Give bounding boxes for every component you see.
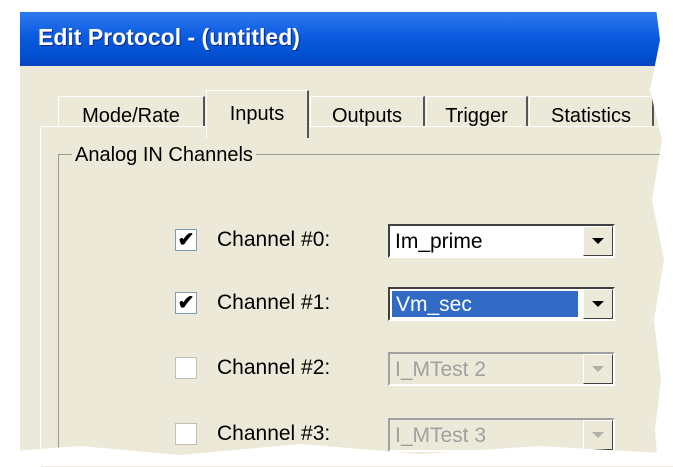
channel-1-label: Channel #1:: [217, 291, 331, 314]
channel-3-value: I_MTest 3: [395, 424, 487, 447]
channel-3-select[interactable]: I_MTest 3: [388, 418, 615, 452]
channel-1-value: Vm_sec: [392, 291, 578, 317]
channel-0-select[interactable]: Im_prime: [388, 224, 615, 258]
channel-2-select[interactable]: I_MTest 2: [388, 352, 615, 386]
group-label: Analog IN Channels: [72, 144, 256, 167]
chevron-down-icon: [592, 238, 604, 244]
title-bar[interactable]: Edit Protocol - (untitled): [20, 12, 673, 66]
channel-2-value: I_MTest 2: [395, 358, 487, 381]
tab-label: Mode/Rate: [82, 105, 180, 127]
tab-label: Outputs: [331, 105, 403, 127]
channel-1-checkbox[interactable]: ✔: [175, 292, 197, 314]
window-title: Edit Protocol - (untitled): [38, 24, 300, 50]
channel-0-checkbox[interactable]: ✔: [175, 229, 197, 251]
channel-1-select[interactable]: Vm_sec: [388, 287, 615, 321]
channel-row-1: ✔ Channel #1: Vm_sec: [175, 287, 615, 323]
channel-2-label: Channel #2:: [217, 356, 331, 379]
chevron-down-icon: [592, 301, 604, 307]
dropdown-button[interactable]: [583, 226, 613, 256]
channel-2-checkbox[interactable]: [175, 357, 197, 379]
channel-0-label: Channel #0:: [217, 228, 331, 251]
chevron-down-icon: [592, 432, 604, 438]
channel-3-checkbox[interactable]: [175, 423, 197, 445]
dropdown-button[interactable]: [583, 354, 613, 384]
tab-label: Statistics: [550, 105, 632, 127]
chevron-down-icon: [592, 366, 604, 372]
tab-label: Inputs: [229, 103, 285, 125]
channel-3-label: Channel #3:: [217, 422, 331, 445]
channel-row-0: ✔ Channel #0: Im_prime: [175, 224, 615, 260]
check-icon: ✔: [177, 229, 195, 251]
dropdown-button[interactable]: [583, 420, 613, 450]
dropdown-button[interactable]: [583, 289, 613, 319]
tab-label: Trigger: [445, 105, 508, 127]
check-icon: ✔: [177, 292, 195, 314]
tab-inputs[interactable]: Inputs: [206, 90, 309, 138]
channel-row-3: Channel #3: I_MTest 3: [175, 418, 615, 454]
channel-row-2: Channel #2: I_MTest 2: [175, 352, 615, 388]
channel-0-value: Im_prime: [395, 230, 483, 253]
